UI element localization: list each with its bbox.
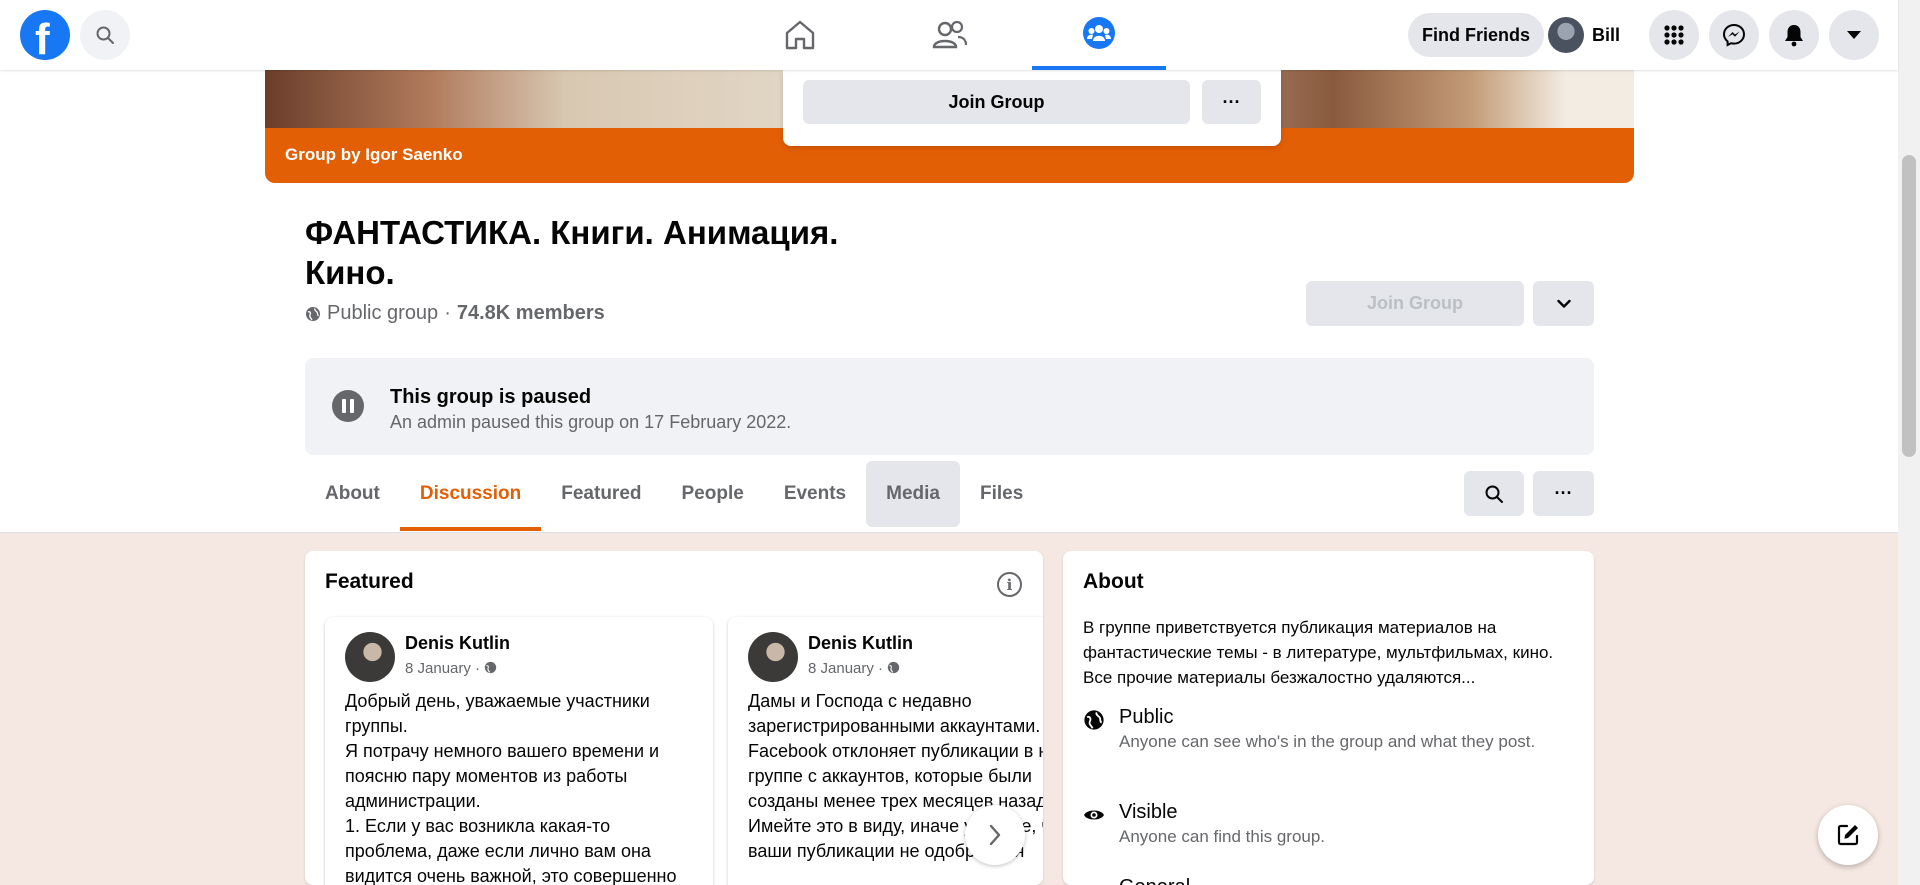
- group-meta: Public group · 74.8K members: [305, 302, 605, 325]
- menu-button[interactable]: [1649, 10, 1699, 60]
- profile-button[interactable]: Bill: [1548, 13, 1620, 57]
- about-visible-row: Visible Anyone can find this group.: [1083, 801, 1559, 849]
- post-date[interactable]: 8 January ·: [405, 660, 497, 677]
- friends-icon: [932, 20, 968, 49]
- avatar: [1548, 17, 1584, 53]
- globe-icon: [306, 306, 320, 321]
- globe-icon: [1084, 710, 1104, 730]
- notifications-button[interactable]: [1769, 10, 1819, 60]
- group-by-label[interactable]: Group by Igor Saenko: [285, 145, 463, 164]
- new-message-button[interactable]: [1818, 805, 1878, 865]
- nav-groups-tab[interactable]: [1032, 0, 1166, 70]
- about-general-row: General: [1083, 876, 1190, 885]
- group-tabs: About Discussion Featured People Events …: [305, 461, 1043, 531]
- tabs-more-button[interactable]: ···: [1533, 471, 1594, 516]
- post-date-text: 8 January ·: [808, 660, 888, 677]
- globe-icon: [485, 661, 497, 674]
- about-public-row: Public Anyone can see who's in the group…: [1083, 706, 1559, 754]
- meta-separator: ·: [444, 302, 451, 324]
- group-search-button[interactable]: [1464, 471, 1524, 516]
- group-options-dropdown[interactable]: [1533, 281, 1594, 326]
- sticky-join-bar: Join Group ···: [783, 70, 1281, 146]
- tab-featured[interactable]: Featured: [541, 461, 661, 527]
- group-privacy: Public group: [327, 302, 439, 324]
- pause-icon: [332, 390, 364, 422]
- groups-icon: [1083, 17, 1115, 49]
- join-group-button[interactable]: Join Group: [1306, 281, 1524, 326]
- tab-discussion[interactable]: Discussion: [399, 461, 542, 531]
- eye-icon: [1084, 810, 1104, 820]
- sticky-more-button[interactable]: ···: [1202, 80, 1261, 124]
- tab-about[interactable]: About: [305, 461, 400, 527]
- avatar[interactable]: [748, 632, 798, 682]
- search-icon: [1485, 485, 1503, 503]
- paused-subtitle: An admin paused this group on 17 Februar…: [390, 412, 792, 432]
- post-date[interactable]: 8 January ·: [808, 660, 900, 677]
- about-public-title: Public: [1119, 706, 1174, 728]
- nav-friends-tab[interactable]: [883, 0, 1017, 70]
- caret-down-icon: [1847, 31, 1861, 39]
- facebook-logo-letter: f: [35, 15, 50, 64]
- messenger-button[interactable]: [1709, 10, 1759, 60]
- tab-media[interactable]: Media: [866, 461, 960, 527]
- nav-home-tab[interactable]: [733, 0, 867, 70]
- home-icon: [785, 20, 815, 50]
- tab-events[interactable]: Events: [764, 461, 866, 527]
- page-scrollbar[interactable]: [1898, 0, 1920, 885]
- post-author[interactable]: Denis Kutlin: [405, 633, 510, 654]
- about-card: About В группе приветствуется публикация…: [1063, 551, 1594, 885]
- compose-icon: [1837, 824, 1859, 846]
- tab-people[interactable]: People: [662, 461, 764, 527]
- featured-next-button[interactable]: [965, 805, 1025, 865]
- paused-banner: This group is paused An admin paused thi…: [305, 358, 1594, 455]
- general-icon: [1083, 879, 1105, 885]
- group-title[interactable]: ФАНТАСТИКА. Книги. Анимация. Кино.: [305, 213, 925, 293]
- about-heading: About: [1083, 570, 1144, 593]
- info-icon[interactable]: i: [997, 572, 1022, 597]
- search-icon: [96, 26, 114, 44]
- about-description: В группе приветствуется публикация матер…: [1083, 618, 1554, 687]
- user-name: Bill: [1592, 24, 1621, 45]
- sticky-join-group-button[interactable]: Join Group: [803, 80, 1190, 124]
- post-body: Добрый день, уважаемые участники группы.…: [345, 691, 677, 885]
- chevron-right-icon: [989, 824, 1001, 846]
- account-menu-button[interactable]: [1829, 10, 1879, 60]
- about-visible-title: Visible: [1119, 801, 1178, 823]
- facebook-logo[interactable]: f: [20, 10, 70, 64]
- about-public-subtitle: Anyone can see who's in the group and wh…: [1119, 732, 1536, 751]
- top-navigation-bar: f Find Friends Bill: [0, 0, 1898, 70]
- about-general-title: General: [1119, 876, 1190, 885]
- menu-grid-icon: [1664, 25, 1684, 45]
- avatar[interactable]: [345, 632, 395, 682]
- group-members-count[interactable]: 74.8K members: [457, 302, 605, 325]
- search-button[interactable]: [80, 10, 130, 60]
- post-author[interactable]: Denis Kutlin: [808, 633, 913, 654]
- globe-icon: [888, 661, 900, 674]
- messenger-icon: [1722, 23, 1746, 47]
- paused-title: This group is paused: [390, 386, 592, 408]
- tab-files[interactable]: Files: [960, 461, 1043, 527]
- featured-heading: Featured: [325, 570, 414, 593]
- scrollbar-thumb[interactable]: [1902, 155, 1916, 457]
- bell-icon: [1785, 25, 1803, 47]
- chevron-down-icon: [1556, 299, 1571, 308]
- featured-post[interactable]: Denis Kutlin 8 January · Добрый день, ув…: [325, 617, 713, 885]
- post-date-text: 8 January ·: [405, 660, 485, 677]
- find-friends-button[interactable]: Find Friends: [1408, 13, 1544, 57]
- featured-card: Featured i Denis Kutlin 8 January · Добр…: [305, 551, 1043, 885]
- about-visible-subtitle: Anyone can find this group.: [1119, 827, 1326, 846]
